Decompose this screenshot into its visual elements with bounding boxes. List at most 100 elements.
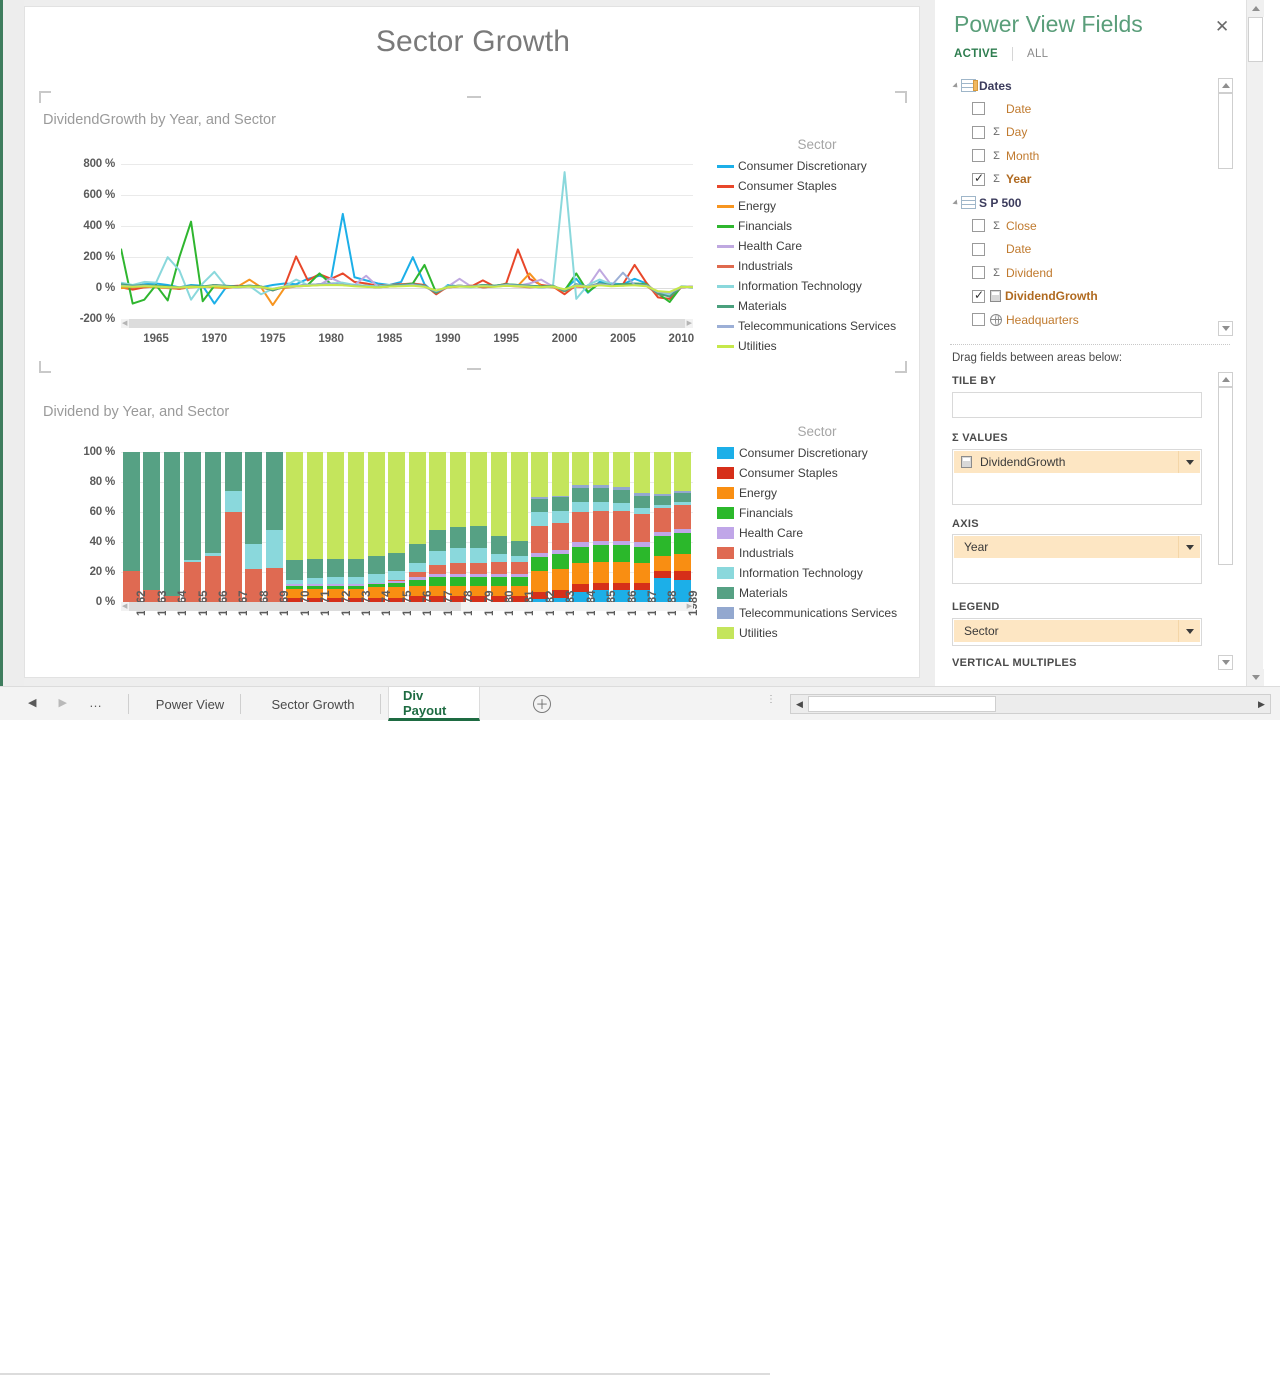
bar-segment[interactable] [286,579,304,584]
bar-segment[interactable] [245,452,263,544]
bar-segment[interactable] [204,552,222,556]
bar-segment[interactable] [572,501,590,512]
bar-segment[interactable] [653,536,671,556]
bar-segment[interactable] [551,554,569,569]
bar-segment[interactable] [551,452,569,496]
bar-segment[interactable] [327,584,344,586]
bar-segment[interactable] [470,573,487,577]
bar-segment[interactable] [490,561,508,574]
bar-segment[interactable] [653,504,671,508]
legend-item[interactable]: Consumer Discretionary [717,443,917,463]
bar-segment[interactable] [510,452,528,541]
bar-segment[interactable] [510,540,528,556]
line-chart-scroll-right-arrow[interactable]: ▶ [687,320,692,327]
bar-segment[interactable] [653,555,671,571]
bar-segment[interactable] [224,491,242,512]
bar-segment[interactable] [490,536,508,554]
bar-segment[interactable] [572,546,590,563]
bar-segment[interactable] [408,543,426,563]
bar-segment[interactable] [653,452,671,494]
bar-segment[interactable] [572,485,590,488]
bar-segment[interactable] [613,561,630,583]
bar-chart-scroll-left-arrow[interactable]: ◀ [122,603,127,610]
bar-segment[interactable] [572,563,590,584]
legend-item[interactable]: Industrials [717,543,917,563]
bar-segment[interactable] [592,501,610,511]
bar-segment[interactable] [470,563,487,574]
bar-segment[interactable] [449,576,467,586]
tab-all[interactable]: ALL [1027,48,1048,60]
bar-column[interactable] [367,452,385,602]
bar-chart-scroll-right-arrow[interactable]: ▶ [687,603,692,610]
legend-item[interactable]: Telecommunications Services [717,603,917,623]
field-checkbox[interactable] [972,313,985,327]
bar-column[interactable] [245,452,263,602]
bar-segment[interactable] [531,452,549,497]
sheet-tab-div-payout[interactable]: Div Payout [388,687,480,721]
bar-column[interactable] [490,452,508,602]
bar-segment[interactable] [674,492,692,502]
bar-segment[interactable] [306,584,324,586]
bar-column[interactable] [531,452,549,602]
add-sheet-button[interactable]: ＋ [533,695,551,713]
bar-segment[interactable] [551,549,569,554]
bar-segment[interactable] [633,492,651,496]
field-table-header[interactable]: Dates [950,74,1242,97]
bar-chart-scroll-thumb[interactable] [129,602,461,611]
bar-segment[interactable] [306,578,324,584]
bar-segment[interactable] [449,527,467,548]
bar-segment[interactable] [674,570,692,580]
bar-segment[interactable] [367,582,385,584]
bar-segment[interactable] [592,582,610,590]
bar-segment[interactable] [347,558,365,577]
bar-segment[interactable] [347,576,365,584]
bar-segment[interactable] [633,513,651,542]
legend-item[interactable]: Industrials [717,256,917,276]
bar-segment[interactable] [510,561,528,574]
bar-column[interactable] [265,452,283,602]
bar-segment[interactable] [613,452,630,487]
bar-column[interactable] [224,452,242,602]
bar-column[interactable] [674,452,692,602]
bar-column[interactable] [388,452,406,602]
bar-column[interactable] [551,452,569,602]
close-icon[interactable]: ✕ [1215,18,1229,35]
bar-segment[interactable] [633,546,651,563]
areas-scroll-thumb[interactable] [1218,387,1233,565]
bar-segment[interactable] [633,507,651,514]
bar-segment[interactable] [388,552,406,571]
bar-segment[interactable] [572,488,590,502]
bar-segment[interactable] [613,486,630,490]
legend-item[interactable]: Telecommunications Services [717,316,917,336]
bar-segment[interactable] [449,573,467,577]
bar-column[interactable] [470,452,487,602]
field-pill[interactable]: DividendGrowth [954,451,1200,473]
bar-segment[interactable] [367,573,385,583]
bar-segment[interactable] [531,512,549,526]
sheet-tab-sector-growth[interactable]: Sector Growth [248,687,378,721]
bar-segment[interactable] [470,548,487,563]
bar-segment[interactable] [265,530,283,568]
bar-segment[interactable] [674,501,692,505]
bar-segment[interactable] [490,452,508,536]
window-scroll-thumb[interactable] [1248,17,1263,62]
bar-column[interactable] [653,452,671,602]
bar-segment[interactable] [674,452,692,491]
legend-item[interactable]: Information Technology [717,563,917,583]
hscroll-left-arrow[interactable]: ◀ [791,695,808,713]
legend-item[interactable]: Health Care [717,523,917,543]
bar-segment[interactable] [551,569,569,590]
field-item[interactable]: Σ Day [950,121,1242,145]
bar-segment[interactable] [674,528,692,533]
bar-column[interactable] [613,452,630,602]
field-checkbox[interactable] [972,102,985,116]
chevron-down-icon[interactable] [1178,536,1200,558]
bar-column[interactable] [633,452,651,602]
bar-segment[interactable] [674,491,692,493]
bar-chart-hscrollbar[interactable]: ◀ ▶ [121,602,693,611]
field-item[interactable]: Σ Month [950,144,1242,168]
field-pill[interactable]: Sector [954,620,1200,642]
bar-segment[interactable] [408,452,426,544]
bar-segment[interactable] [327,585,344,589]
bar-chart-plot-area[interactable] [121,452,693,602]
